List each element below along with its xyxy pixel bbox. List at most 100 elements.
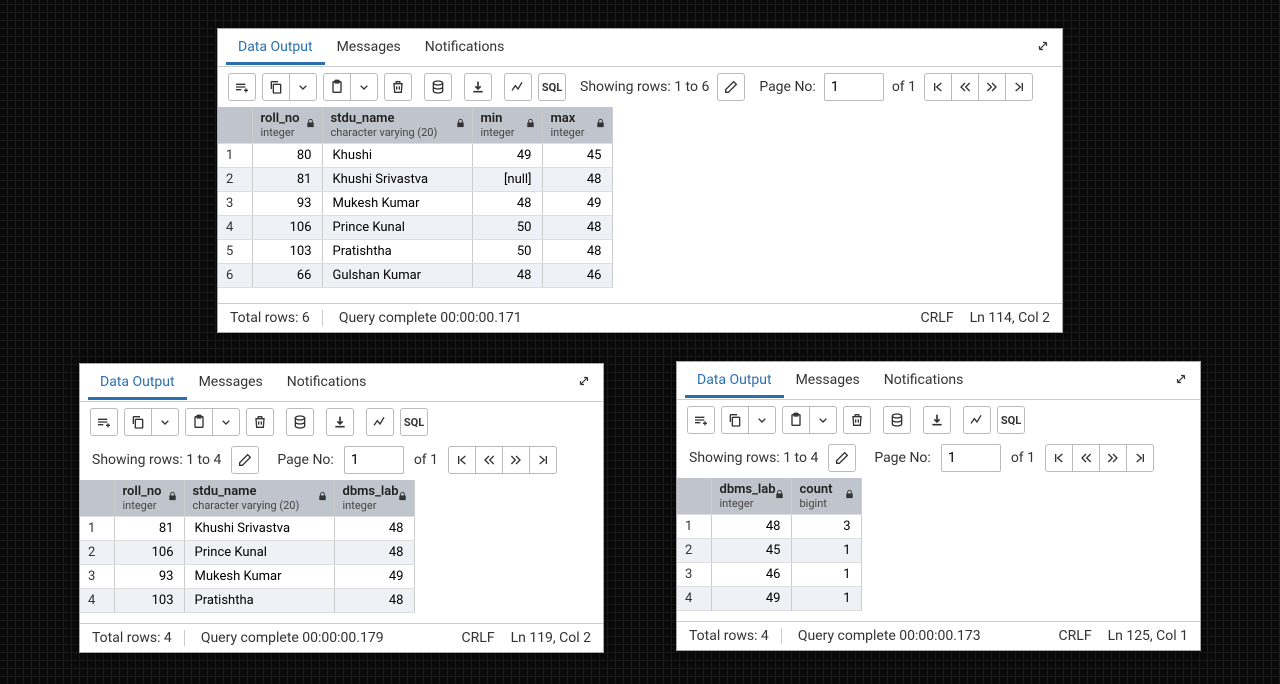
- cell[interactable]: Khushi: [322, 144, 472, 168]
- save-data-button[interactable]: [286, 408, 314, 436]
- cell[interactable]: 48: [334, 589, 414, 613]
- table-row[interactable]: 666Gulshan Kumar4846: [218, 264, 612, 288]
- table-row[interactable]: 2106Prince Kunal48: [80, 541, 414, 565]
- expand-icon[interactable]: [1032, 34, 1054, 61]
- paste-button[interactable]: [323, 73, 351, 101]
- page-next-button[interactable]: [978, 73, 1006, 101]
- cell[interactable]: Gulshan Kumar: [322, 264, 472, 288]
- table-row[interactable]: 4491: [677, 587, 861, 611]
- table-row[interactable]: 281Khushi Srivastva[null]48: [218, 168, 612, 192]
- sql-button[interactable]: SQL: [538, 73, 566, 101]
- page-last-button[interactable]: [529, 446, 557, 474]
- save-data-button[interactable]: [424, 73, 452, 101]
- graph-button[interactable]: [963, 406, 991, 434]
- column-header-dbms_lab[interactable]: dbms_labinteger: [711, 478, 791, 515]
- delete-button[interactable]: [843, 406, 871, 434]
- table-row[interactable]: 393Mukesh Kumar49: [80, 565, 414, 589]
- page-next-button[interactable]: [502, 446, 530, 474]
- cell[interactable]: 46: [542, 264, 612, 288]
- copy-button[interactable]: [124, 408, 152, 436]
- table-row[interactable]: 4106Prince Kunal5048: [218, 216, 612, 240]
- cell[interactable]: 103: [114, 589, 184, 613]
- cell[interactable]: 1: [791, 539, 861, 563]
- column-header-stdu_name[interactable]: stdu_namecharacter varying (20): [184, 480, 334, 517]
- tab-data output[interactable]: Data Output: [226, 31, 325, 65]
- cell[interactable]: 48: [542, 216, 612, 240]
- copy-button[interactable]: [721, 406, 749, 434]
- tab-data output[interactable]: Data Output: [685, 364, 784, 398]
- cell[interactable]: Mukesh Kumar: [184, 565, 334, 589]
- download-button[interactable]: [326, 408, 354, 436]
- sql-button[interactable]: SQL: [400, 408, 428, 436]
- paste-dropdown-button[interactable]: [809, 406, 837, 434]
- cell[interactable]: 48: [542, 168, 612, 192]
- copy-button[interactable]: [262, 73, 290, 101]
- table-row[interactable]: 393Mukesh Kumar4849: [218, 192, 612, 216]
- paste-button[interactable]: [185, 408, 213, 436]
- cell[interactable]: 49: [334, 565, 414, 589]
- cell[interactable]: 45: [711, 539, 791, 563]
- page-last-button[interactable]: [1005, 73, 1033, 101]
- paste-dropdown-button[interactable]: [350, 73, 378, 101]
- add-row-button[interactable]: [90, 408, 118, 436]
- graph-button[interactable]: [366, 408, 394, 436]
- cell[interactable]: 93: [114, 565, 184, 589]
- page-prev-button[interactable]: [475, 446, 503, 474]
- table-row[interactable]: 180Khushi4945: [218, 144, 612, 168]
- table-row[interactable]: 4103Pratishtha48: [80, 589, 414, 613]
- page-prev-button[interactable]: [951, 73, 979, 101]
- expand-icon[interactable]: [573, 369, 595, 396]
- cell[interactable]: 50: [472, 240, 542, 264]
- cell[interactable]: [null]: [472, 168, 542, 192]
- cell[interactable]: 48: [472, 264, 542, 288]
- cell[interactable]: 1: [791, 563, 861, 587]
- page-first-button[interactable]: [924, 73, 952, 101]
- table-row[interactable]: 1483: [677, 515, 861, 539]
- cell[interactable]: Pratishtha: [184, 589, 334, 613]
- cell[interactable]: Mukesh Kumar: [322, 192, 472, 216]
- page-number-input[interactable]: [824, 73, 884, 101]
- cell[interactable]: 103: [252, 240, 322, 264]
- cell[interactable]: 48: [334, 517, 414, 541]
- add-row-button[interactable]: [228, 73, 256, 101]
- cell[interactable]: 45: [542, 144, 612, 168]
- tab-messages[interactable]: Messages: [784, 364, 872, 398]
- tab-notifications[interactable]: Notifications: [275, 366, 379, 400]
- edit-button[interactable]: [828, 444, 856, 472]
- add-row-button[interactable]: [687, 406, 715, 434]
- download-button[interactable]: [923, 406, 951, 434]
- cell[interactable]: 48: [472, 192, 542, 216]
- edit-button[interactable]: [231, 446, 259, 474]
- cell[interactable]: 106: [252, 216, 322, 240]
- cell[interactable]: 49: [542, 192, 612, 216]
- tab-messages[interactable]: Messages: [325, 31, 413, 65]
- table-row[interactable]: 181Khushi Srivastva48: [80, 517, 414, 541]
- page-number-input[interactable]: [344, 446, 404, 474]
- save-data-button[interactable]: [883, 406, 911, 434]
- tab-messages[interactable]: Messages: [187, 366, 275, 400]
- cell[interactable]: 49: [711, 587, 791, 611]
- page-next-button[interactable]: [1099, 444, 1127, 472]
- graph-button[interactable]: [504, 73, 532, 101]
- page-number-input[interactable]: [941, 444, 1001, 472]
- column-header-max[interactable]: maxinteger: [542, 107, 612, 144]
- cell[interactable]: 48: [334, 541, 414, 565]
- cell[interactable]: 46: [711, 563, 791, 587]
- cell[interactable]: Khushi Srivastva: [322, 168, 472, 192]
- copy-dropdown-button[interactable]: [151, 408, 179, 436]
- cell[interactable]: 49: [472, 144, 542, 168]
- copy-dropdown-button[interactable]: [748, 406, 776, 434]
- delete-button[interactable]: [246, 408, 274, 436]
- cell[interactable]: 48: [711, 515, 791, 539]
- expand-icon[interactable]: [1170, 367, 1192, 394]
- cell[interactable]: 66: [252, 264, 322, 288]
- column-header-roll_no[interactable]: roll_nointeger: [114, 480, 184, 517]
- cell[interactable]: 48: [542, 240, 612, 264]
- cell[interactable]: 3: [791, 515, 861, 539]
- page-last-button[interactable]: [1126, 444, 1154, 472]
- sql-button[interactable]: SQL: [997, 406, 1025, 434]
- page-first-button[interactable]: [1045, 444, 1073, 472]
- paste-dropdown-button[interactable]: [212, 408, 240, 436]
- cell[interactable]: 81: [252, 168, 322, 192]
- tab-notifications[interactable]: Notifications: [413, 31, 517, 65]
